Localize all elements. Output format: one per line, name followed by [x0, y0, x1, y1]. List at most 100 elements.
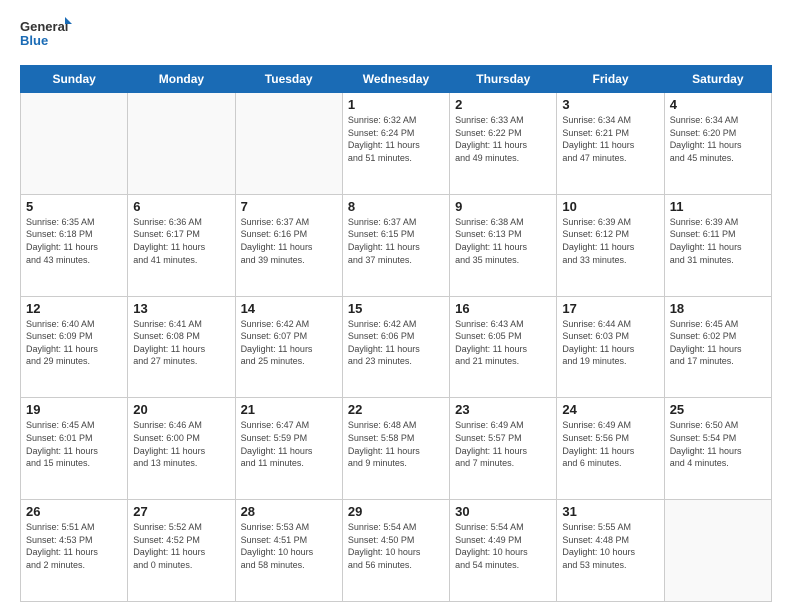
day-info: Sunrise: 6:42 AM Sunset: 6:06 PM Dayligh…: [348, 318, 444, 368]
col-header-monday: Monday: [128, 66, 235, 93]
day-info: Sunrise: 6:37 AM Sunset: 6:15 PM Dayligh…: [348, 216, 444, 266]
day-cell: 26 Sunrise: 5:51 AM Sunset: 4:53 PM Dayli…: [21, 500, 128, 602]
day-number: 7: [241, 199, 337, 214]
day-number: 16: [455, 301, 551, 316]
day-cell: 17 Sunrise: 6:44 AM Sunset: 6:03 PM Dayli…: [557, 296, 664, 398]
day-number: 23: [455, 402, 551, 417]
day-cell: 25 Sunrise: 6:50 AM Sunset: 5:54 PM Dayli…: [664, 398, 771, 500]
day-info: Sunrise: 6:44 AM Sunset: 6:03 PM Dayligh…: [562, 318, 658, 368]
day-cell: 31 Sunrise: 5:55 AM Sunset: 4:48 PM Dayli…: [557, 500, 664, 602]
day-number: 29: [348, 504, 444, 519]
logo-svg: General Blue: [20, 15, 75, 55]
page: General Blue SundayMondayTuesdayWednesda…: [0, 0, 792, 612]
day-cell: 21 Sunrise: 6:47 AM Sunset: 5:59 PM Dayli…: [235, 398, 342, 500]
day-number: 31: [562, 504, 658, 519]
day-number: 19: [26, 402, 122, 417]
week-row-4: 19 Sunrise: 6:45 AM Sunset: 6:01 PM Dayli…: [21, 398, 772, 500]
day-cell: 18 Sunrise: 6:45 AM Sunset: 6:02 PM Dayli…: [664, 296, 771, 398]
day-cell: 2Sunrise: 6:33 AM Sunset: 6:22 PM Daylig…: [450, 93, 557, 195]
day-info: Sunrise: 6:45 AM Sunset: 6:02 PM Dayligh…: [670, 318, 766, 368]
day-info: Sunrise: 5:55 AM Sunset: 4:48 PM Dayligh…: [562, 521, 658, 571]
logo: General Blue: [20, 15, 75, 55]
day-info: Sunrise: 6:39 AM Sunset: 6:12 PM Dayligh…: [562, 216, 658, 266]
day-info: Sunrise: 5:52 AM Sunset: 4:52 PM Dayligh…: [133, 521, 229, 571]
day-cell: 24 Sunrise: 6:49 AM Sunset: 5:56 PM Dayli…: [557, 398, 664, 500]
day-info: Sunrise: 6:45 AM Sunset: 6:01 PM Dayligh…: [26, 419, 122, 469]
col-header-sunday: Sunday: [21, 66, 128, 93]
col-header-friday: Friday: [557, 66, 664, 93]
day-cell: 11Sunrise: 6:39 AM Sunset: 6:11 PM Dayli…: [664, 194, 771, 296]
day-info: Sunrise: 5:54 AM Sunset: 4:49 PM Dayligh…: [455, 521, 551, 571]
day-cell: 20 Sunrise: 6:46 AM Sunset: 6:00 PM Dayli…: [128, 398, 235, 500]
day-info: Sunrise: 6:50 AM Sunset: 5:54 PM Dayligh…: [670, 419, 766, 469]
day-info: Sunrise: 6:49 AM Sunset: 5:57 PM Dayligh…: [455, 419, 551, 469]
day-info: Sunrise: 6:34 AM Sunset: 6:20 PM Dayligh…: [670, 114, 766, 164]
day-cell: 30 Sunrise: 5:54 AM Sunset: 4:49 PM Dayli…: [450, 500, 557, 602]
day-cell: [21, 93, 128, 195]
day-number: 9: [455, 199, 551, 214]
svg-text:General: General: [20, 19, 68, 34]
day-info: Sunrise: 5:51 AM Sunset: 4:53 PM Dayligh…: [26, 521, 122, 571]
svg-text:Blue: Blue: [20, 33, 48, 48]
day-info: Sunrise: 6:49 AM Sunset: 5:56 PM Dayligh…: [562, 419, 658, 469]
day-number: 26: [26, 504, 122, 519]
day-cell: 5Sunrise: 6:35 AM Sunset: 6:18 PM Daylig…: [21, 194, 128, 296]
day-number: 1: [348, 97, 444, 112]
week-row-2: 5Sunrise: 6:35 AM Sunset: 6:18 PM Daylig…: [21, 194, 772, 296]
day-cell: 29 Sunrise: 5:54 AM Sunset: 4:50 PM Dayli…: [342, 500, 449, 602]
day-info: Sunrise: 6:43 AM Sunset: 6:05 PM Dayligh…: [455, 318, 551, 368]
calendar: SundayMondayTuesdayWednesdayThursdayFrid…: [20, 65, 772, 602]
day-number: 15: [348, 301, 444, 316]
day-cell: 8Sunrise: 6:37 AM Sunset: 6:15 PM Daylig…: [342, 194, 449, 296]
day-cell: 19 Sunrise: 6:45 AM Sunset: 6:01 PM Dayli…: [21, 398, 128, 500]
day-info: Sunrise: 6:38 AM Sunset: 6:13 PM Dayligh…: [455, 216, 551, 266]
day-number: 18: [670, 301, 766, 316]
week-row-1: 1Sunrise: 6:32 AM Sunset: 6:24 PM Daylig…: [21, 93, 772, 195]
day-cell: 10Sunrise: 6:39 AM Sunset: 6:12 PM Dayli…: [557, 194, 664, 296]
day-cell: 27 Sunrise: 5:52 AM Sunset: 4:52 PM Dayli…: [128, 500, 235, 602]
day-cell: 28 Sunrise: 5:53 AM Sunset: 4:51 PM Dayli…: [235, 500, 342, 602]
day-cell: 23 Sunrise: 6:49 AM Sunset: 5:57 PM Dayli…: [450, 398, 557, 500]
day-info: Sunrise: 6:47 AM Sunset: 5:59 PM Dayligh…: [241, 419, 337, 469]
day-number: 11: [670, 199, 766, 214]
day-cell: [128, 93, 235, 195]
day-info: Sunrise: 5:54 AM Sunset: 4:50 PM Dayligh…: [348, 521, 444, 571]
day-number: 6: [133, 199, 229, 214]
day-cell: [235, 93, 342, 195]
day-cell: 6 Sunrise: 6:36 AM Sunset: 6:17 PM Daylig…: [128, 194, 235, 296]
day-info: Sunrise: 6:41 AM Sunset: 6:08 PM Dayligh…: [133, 318, 229, 368]
day-cell: 12 Sunrise: 6:40 AM Sunset: 6:09 PM Dayli…: [21, 296, 128, 398]
day-number: 24: [562, 402, 658, 417]
day-number: 12: [26, 301, 122, 316]
day-cell: 16 Sunrise: 6:43 AM Sunset: 6:05 PM Dayli…: [450, 296, 557, 398]
day-cell: 14Sunrise: 6:42 AM Sunset: 6:07 PM Dayli…: [235, 296, 342, 398]
day-cell: 22Sunrise: 6:48 AM Sunset: 5:58 PM Dayli…: [342, 398, 449, 500]
day-cell: 13Sunrise: 6:41 AM Sunset: 6:08 PM Dayli…: [128, 296, 235, 398]
day-info: Sunrise: 5:53 AM Sunset: 4:51 PM Dayligh…: [241, 521, 337, 571]
col-header-thursday: Thursday: [450, 66, 557, 93]
day-number: 4: [670, 97, 766, 112]
day-number: 21: [241, 402, 337, 417]
day-cell: 4 Sunrise: 6:34 AM Sunset: 6:20 PM Daylig…: [664, 93, 771, 195]
col-header-tuesday: Tuesday: [235, 66, 342, 93]
day-cell: 7Sunrise: 6:37 AM Sunset: 6:16 PM Daylig…: [235, 194, 342, 296]
day-number: 20: [133, 402, 229, 417]
day-info: Sunrise: 6:40 AM Sunset: 6:09 PM Dayligh…: [26, 318, 122, 368]
day-number: 17: [562, 301, 658, 316]
day-cell: 9 Sunrise: 6:38 AM Sunset: 6:13 PM Daylig…: [450, 194, 557, 296]
day-cell: 15 Sunrise: 6:42 AM Sunset: 6:06 PM Dayli…: [342, 296, 449, 398]
day-number: 30: [455, 504, 551, 519]
day-number: 25: [670, 402, 766, 417]
day-number: 3: [562, 97, 658, 112]
day-number: 22: [348, 402, 444, 417]
day-cell: [664, 500, 771, 602]
day-number: 2: [455, 97, 551, 112]
day-info: Sunrise: 6:46 AM Sunset: 6:00 PM Dayligh…: [133, 419, 229, 469]
day-number: 28: [241, 504, 337, 519]
header: General Blue: [20, 15, 772, 55]
col-header-saturday: Saturday: [664, 66, 771, 93]
day-number: 27: [133, 504, 229, 519]
col-header-wednesday: Wednesday: [342, 66, 449, 93]
week-row-3: 12 Sunrise: 6:40 AM Sunset: 6:09 PM Dayli…: [21, 296, 772, 398]
day-info: Sunrise: 6:36 AM Sunset: 6:17 PM Dayligh…: [133, 216, 229, 266]
